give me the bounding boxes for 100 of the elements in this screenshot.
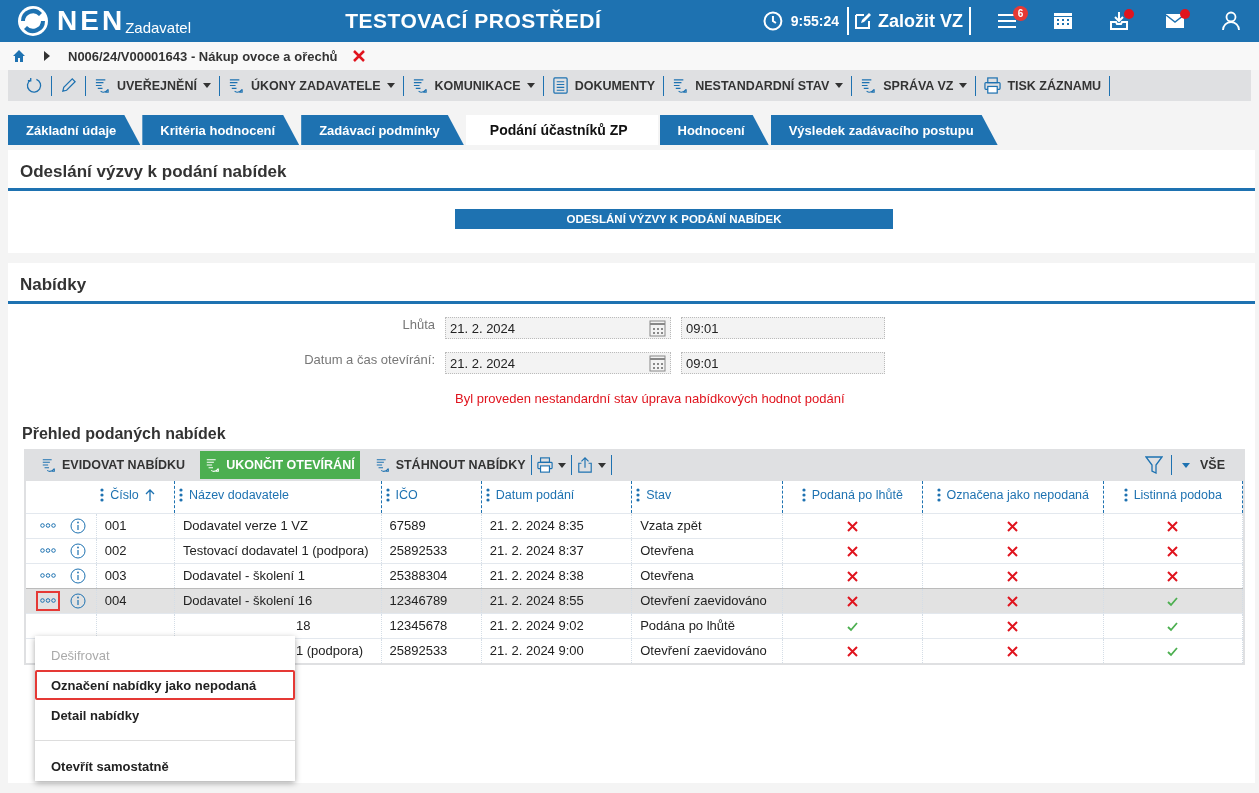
sort-ascending-icon <box>144 489 155 502</box>
column-header[interactable]: Označena jako nepodaná <box>946 488 1089 503</box>
table-cell: Dodavatel verze 1 VZ <box>174 513 381 538</box>
menu-button[interactable]: NESTANDARDNÍ STAV <box>664 73 852 98</box>
row-menu-button[interactable] <box>36 590 60 611</box>
column-header[interactable]: Podaná po lhůtě <box>811 488 903 503</box>
close-icon[interactable] <box>351 49 366 63</box>
more-icon <box>40 523 56 528</box>
menu-item[interactable]: Označení nabídky jako nepodaná <box>35 670 295 700</box>
date-field[interactable]: 21. 2. 2024 <box>445 352 671 374</box>
field-label: Datum a čas otevírání: <box>303 352 436 367</box>
column-menu-icon[interactable] <box>636 488 641 503</box>
menu-button[interactable]: UVEŘEJNĚNÍ <box>86 73 219 98</box>
table-cell: 004 <box>96 588 175 613</box>
column-menu-icon[interactable] <box>178 488 183 503</box>
list-icon <box>374 457 391 473</box>
breadcrumb-link[interactable]: N006/24/V00001643 - Nákup ovoce a ořechů <box>68 48 338 64</box>
column-menu-icon[interactable] <box>385 488 390 503</box>
more-icon <box>40 598 56 603</box>
calendar-icon[interactable] <box>649 319 666 337</box>
table-cell: 21. 2. 2024 8:37 <box>481 538 632 563</box>
printer-icon <box>536 457 553 473</box>
time-field[interactable]: 09:01 <box>681 317 885 339</box>
tab[interactable]: Zadávací podmínky <box>301 115 464 145</box>
tab[interactable]: Hodnocení <box>659 115 769 145</box>
printer-icon <box>984 77 1002 94</box>
time-field[interactable]: 09:01 <box>681 352 885 374</box>
list-icon <box>672 77 690 94</box>
table-cell: 001 <box>96 513 175 538</box>
column-header[interactable]: IČO <box>395 488 418 503</box>
create-button[interactable]: Založit VZ <box>849 10 969 32</box>
menu-icon[interactable] <box>997 11 1017 31</box>
logo-subtitle: Zadavatel <box>125 19 191 36</box>
column-header[interactable]: Číslo <box>110 488 155 503</box>
toolbar-button[interactable]: STÁHNOUT NABÍDKY <box>369 451 531 479</box>
environment-title: TESTOVACÍ PROSTŘEDÍ <box>345 9 603 33</box>
menu-button[interactable]: SPRÁVA VZ <box>852 73 976 98</box>
info-icon[interactable] <box>70 517 86 534</box>
column-header[interactable]: Datum podání <box>495 488 575 503</box>
section-title: Nabídky <box>8 263 1255 304</box>
filter-icon[interactable] <box>1145 456 1163 474</box>
calendar-icon[interactable] <box>1053 11 1073 31</box>
logo-icon <box>17 5 49 37</box>
table-cell: Dodavatel - školení 16 <box>174 588 381 613</box>
table-cell: 25892533 <box>381 538 482 563</box>
table-cell: 12346789 <box>381 588 482 613</box>
caret-icon <box>557 462 566 468</box>
warning-message: Byl proveden nestandardní stav úprava nabídkových hodnot podání <box>455 391 846 406</box>
table-cell: 21. 2. 2024 9:02 <box>481 613 632 638</box>
info-icon[interactable] <box>70 542 86 559</box>
menu-button[interactable]: ÚKONY ZADAVATELE <box>219 73 403 98</box>
more-icon <box>40 548 56 553</box>
tab[interactable]: Kritéria hodnocení <box>142 115 300 145</box>
column-menu-icon[interactable] <box>801 488 806 503</box>
field-label: Lhůta <box>401 317 436 332</box>
column-menu-icon[interactable] <box>100 488 105 503</box>
column-header[interactable]: Listinná podoba <box>1133 488 1222 503</box>
toolbar-button[interactable]: EVIDOVAT NABÍDKU <box>36 451 191 479</box>
table-cell: 002 <box>96 538 175 563</box>
menu-item[interactable]: Otevřít samostatně <box>35 751 295 781</box>
filter-dropdown[interactable]: VŠE <box>1172 458 1243 472</box>
send-invitation-button[interactable]: ODESLÁNÍ VÝZVY K PODÁNÍ NABÍDEK <box>455 209 893 229</box>
date-field[interactable]: 21. 2. 2024 <box>445 317 671 339</box>
list-icon <box>411 77 429 94</box>
inbox-icon[interactable] <box>1109 11 1129 31</box>
column-header[interactable]: Název dodavatele <box>188 488 289 503</box>
subsection-title: Přehled podaných nabídek <box>22 425 227 443</box>
menu-item[interactable]: Detail nabídky <box>35 700 295 730</box>
list-icon <box>41 457 57 473</box>
mail-icon[interactable] <box>1165 11 1185 31</box>
column-menu-icon[interactable] <box>936 488 941 503</box>
column-menu-icon[interactable] <box>1123 488 1128 503</box>
info-icon[interactable] <box>70 592 86 609</box>
document-icon <box>551 77 569 94</box>
user-icon[interactable] <box>1221 11 1241 31</box>
table-cell: Otevřena <box>631 538 783 563</box>
menu-button[interactable]: KOMUNIKACE <box>403 73 543 98</box>
tab[interactable]: Podání účastníků ZP <box>465 115 658 145</box>
print-button[interactable]: TISK ZÁZNAMU <box>976 73 1110 98</box>
clock-icon <box>762 11 783 31</box>
column-header[interactable]: Stav <box>646 488 672 503</box>
caret-icon <box>1182 462 1190 468</box>
list-icon <box>860 77 878 94</box>
table-cell: 21. 2. 2024 8:55 <box>481 588 632 613</box>
pencil-icon <box>60 77 77 94</box>
calendar-icon[interactable] <box>649 354 666 372</box>
documents-button[interactable]: DOKUMENTY <box>543 73 664 98</box>
tab[interactable]: Výsledek zadávacího postupu <box>770 115 998 145</box>
table-cell: Otevření zaevidováno <box>631 588 783 613</box>
column-menu-icon[interactable] <box>485 488 490 503</box>
notification-badge: 6 <box>1013 6 1028 21</box>
section-title: Odeslání výzvy k podání nabídek <box>8 150 1255 191</box>
clock-time: 9:55:24 <box>790 13 840 29</box>
tab[interactable]: Základní údaje <box>8 115 141 145</box>
home-icon[interactable] <box>12 49 26 63</box>
upload-icon <box>576 457 593 473</box>
info-icon[interactable] <box>70 567 86 584</box>
table-cell: Testovací dodavatel 1 (podpora) <box>174 538 381 563</box>
table-cell: Vzata zpět <box>631 513 783 538</box>
caret-icon <box>597 462 606 468</box>
